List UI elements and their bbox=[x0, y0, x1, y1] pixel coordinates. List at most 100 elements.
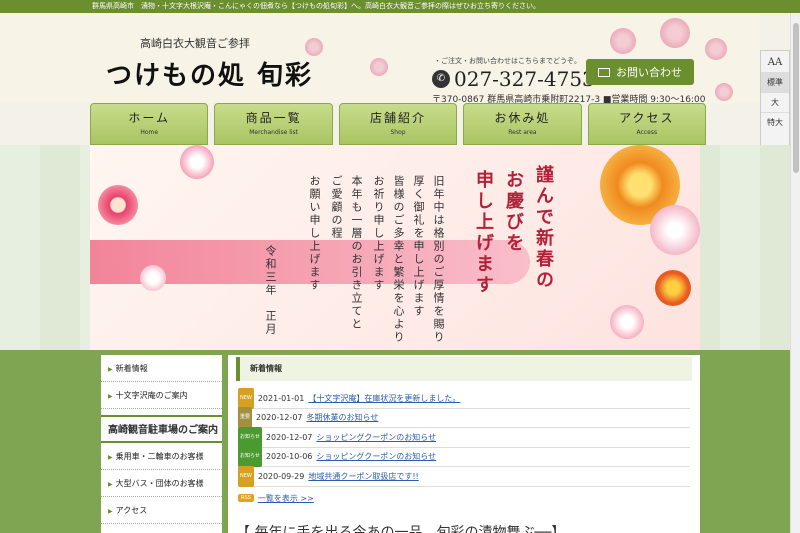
greeting-body: 厚く御礼を申し上げます bbox=[412, 175, 425, 318]
news-link[interactable]: ショッピングクーポンのお知らせ bbox=[316, 428, 436, 447]
greeting-body: 皆様のご多幸と繁栄を心より bbox=[392, 175, 405, 344]
sidebar: ▶ 新着情報 ▶ 十文字沢庵のご案内 高崎観音駐車場のご案内 ▶ 乗用車・二輪車のお客… bbox=[101, 355, 222, 533]
greeting-body: 旧年中は格別のご厚情を賜り bbox=[432, 175, 445, 344]
nav-sublabel: Home bbox=[140, 129, 159, 136]
flower-icon bbox=[650, 205, 700, 255]
contact-button[interactable]: お問い合わせ bbox=[586, 59, 694, 85]
phone-icon: ✆ bbox=[432, 70, 450, 88]
font-size-panel: AA 標準 大 特大 bbox=[760, 50, 790, 150]
sidebar-section-title: 高崎観音駐車場のご案内 bbox=[101, 415, 222, 443]
arrow-icon: ▶ bbox=[108, 481, 113, 488]
nav-home[interactable]: ホーム Home bbox=[90, 103, 209, 145]
news-row: NEW 2021-01-01 【十文字沢庵】在庫状況を更新しました。 bbox=[238, 387, 690, 409]
news-row: お知らせ 2020-10-06 ショッピングクーポンのお知らせ bbox=[238, 446, 690, 468]
cherry-blossom-icon bbox=[660, 18, 690, 48]
flower-icon bbox=[610, 305, 644, 339]
sidebar-item-access[interactable]: ▶ アクセス bbox=[101, 497, 222, 524]
sidebar-item-label: 乗用車・二輪車のお客様 bbox=[115, 452, 204, 461]
news-link[interactable]: 地域共通クーポン取扱店です!! bbox=[308, 467, 418, 486]
flower-icon bbox=[655, 270, 691, 306]
font-size-large[interactable]: 大 bbox=[761, 92, 789, 112]
news-heading: 新着情報 bbox=[236, 357, 692, 381]
news-date: 2020-09-29 bbox=[257, 471, 305, 481]
greeting-title: 申し上げます bbox=[473, 170, 494, 296]
news-date: 2020-12-07 bbox=[265, 432, 313, 442]
news-row: お知らせ 2020-12-07 ショッピングクーポンのお知らせ bbox=[238, 426, 690, 448]
arrow-icon: ▶ bbox=[108, 393, 113, 400]
greeting-body: 本年も一層のお引き立てと bbox=[350, 175, 363, 331]
header-subtitle: 高崎白衣大観音ご参拝 bbox=[140, 37, 250, 50]
scrollbar-thumb[interactable] bbox=[793, 23, 799, 173]
news-tag: お知らせ bbox=[238, 446, 262, 468]
phone-block: ✆ 027-327-4753 bbox=[432, 67, 595, 91]
flower-icon bbox=[180, 145, 214, 179]
arrow-icon: ▶ bbox=[108, 508, 113, 515]
news-date: 2020-10-06 bbox=[265, 452, 313, 462]
nav-label: 商品一覧 bbox=[245, 111, 302, 125]
rss-row: RSS 一覧を表示 >> bbox=[238, 493, 690, 504]
sidebar-item-cars[interactable]: ▶ 乗用車・二輪車のお客様 bbox=[101, 443, 222, 470]
cherry-blossom-icon bbox=[705, 38, 727, 60]
site-logo[interactable]: つけもの処 旬彩 bbox=[106, 55, 313, 92]
main-nav: ホーム Home 商品一覧 Merchandise list 店舗紹介 Shop… bbox=[90, 103, 707, 145]
scrollbar[interactable] bbox=[790, 13, 800, 533]
news-tag: NEW bbox=[238, 387, 254, 409]
sidebar-item-label: 大型バス・団体のお客様 bbox=[115, 479, 204, 488]
news-tag: お知らせ bbox=[238, 426, 262, 448]
flower-icon bbox=[98, 185, 138, 225]
contact-note: ・ご注文・お問い合わせはこちらまでどうぞ。 bbox=[434, 57, 581, 65]
sidebar-item-buses[interactable]: ▶ 大型バス・団体のお客様 bbox=[101, 470, 222, 497]
sidebar-item-takuan[interactable]: ▶ 十文字沢庵のご案内 bbox=[101, 382, 222, 409]
cherry-blossom-icon bbox=[610, 28, 636, 54]
mail-icon bbox=[598, 67, 610, 77]
news-row: NEW 2020-09-29 地域共通クーポン取扱店です!! bbox=[238, 465, 690, 487]
nav-label: アクセス bbox=[619, 111, 675, 125]
rss-icon[interactable]: RSS bbox=[238, 494, 254, 502]
news-link[interactable]: 冬期休業のお知らせ bbox=[307, 408, 379, 427]
greeting-body: お願い申し上げます bbox=[308, 175, 321, 292]
nav-label: お休み処 bbox=[494, 111, 551, 125]
news-row: 重要 2020-12-07 冬期休業のお知らせ bbox=[238, 407, 690, 429]
section-heading: 【 毎年に手を出る今あの一品、旬彩の漬物舞ぶ──】 bbox=[236, 525, 566, 533]
cherry-blossom-icon bbox=[370, 58, 388, 76]
nav-label: ホーム bbox=[128, 111, 171, 125]
greeting-date: 令和三年 正月 bbox=[264, 245, 277, 336]
arrow-icon: ▶ bbox=[108, 366, 113, 373]
font-size-icon: AA bbox=[767, 57, 783, 68]
news-section: 新着情報 NEW 2021-01-01 【十文字沢庵】在庫状況を更新しました。 … bbox=[228, 355, 700, 533]
news-link[interactable]: 【十文字沢庵】在庫状況を更新しました。 bbox=[308, 389, 460, 408]
greeting-body: お祈り申し上げます bbox=[372, 175, 385, 292]
nav-sublabel: Merchandise list bbox=[249, 129, 298, 136]
sidebar-item-label: 新着情報 bbox=[115, 364, 148, 373]
nav-shop[interactable]: 店舗紹介 Shop bbox=[338, 103, 458, 145]
nav-rest-area[interactable]: お休み処 Rest area bbox=[463, 103, 582, 145]
news-link[interactable]: ショッピングクーポンのお知らせ bbox=[316, 447, 436, 466]
flower-icon bbox=[140, 265, 166, 291]
news-more-link[interactable]: 一覧を表示 >> bbox=[258, 493, 314, 504]
sidebar-item-label: 十文字沢庵のご案内 bbox=[115, 391, 188, 400]
contact-button-label: お問い合わせ bbox=[616, 66, 682, 79]
greeting-title: 謹んで新春の bbox=[533, 165, 554, 291]
phone-number[interactable]: 027-327-4753 bbox=[454, 67, 595, 91]
news-list: NEW 2021-01-01 【十文字沢庵】在庫状況を更新しました。 重要 20… bbox=[238, 387, 690, 487]
cherry-blossom-icon bbox=[305, 38, 323, 56]
arrow-icon: ▶ bbox=[108, 454, 113, 461]
site-header: 高崎白衣大観音ご参拝 つけもの処 旬彩 ・ご注文・お問い合わせはこちらまでどうぞ… bbox=[0, 13, 760, 105]
nav-sublabel: Access bbox=[636, 129, 658, 136]
font-size-standard[interactable]: 標準 bbox=[761, 72, 789, 92]
nav-merchandise[interactable]: 商品一覧 Merchandise list bbox=[214, 103, 333, 145]
nav-label: 店舗紹介 bbox=[370, 111, 427, 125]
cherry-blossom-icon bbox=[715, 83, 733, 101]
sidebar-item-label: アクセス bbox=[115, 506, 148, 515]
font-size-xlarge[interactable]: 特大 bbox=[761, 112, 789, 132]
news-tag: NEW bbox=[238, 465, 254, 487]
news-date: 2021-01-01 bbox=[257, 393, 305, 403]
news-tag: 重要 bbox=[238, 407, 253, 429]
sidebar-item-news[interactable]: ▶ 新着情報 bbox=[101, 355, 222, 382]
nav-sublabel: Rest area bbox=[508, 129, 537, 136]
top-info-bar: 群馬県高崎市 漬物・十文字大根沢庵・こんにゃくの佃煮なら【つけもの処旬彩】へ。高… bbox=[0, 0, 800, 13]
nav-access[interactable]: アクセス Access bbox=[587, 103, 707, 145]
nav-sublabel: Shop bbox=[390, 129, 406, 136]
new-year-banner: 謹んで新春の お慶びを 申し上げます 旧年中は格別のご厚情を賜り 厚く御礼を申し… bbox=[90, 145, 700, 350]
greeting-title: お慶びを bbox=[503, 170, 524, 254]
